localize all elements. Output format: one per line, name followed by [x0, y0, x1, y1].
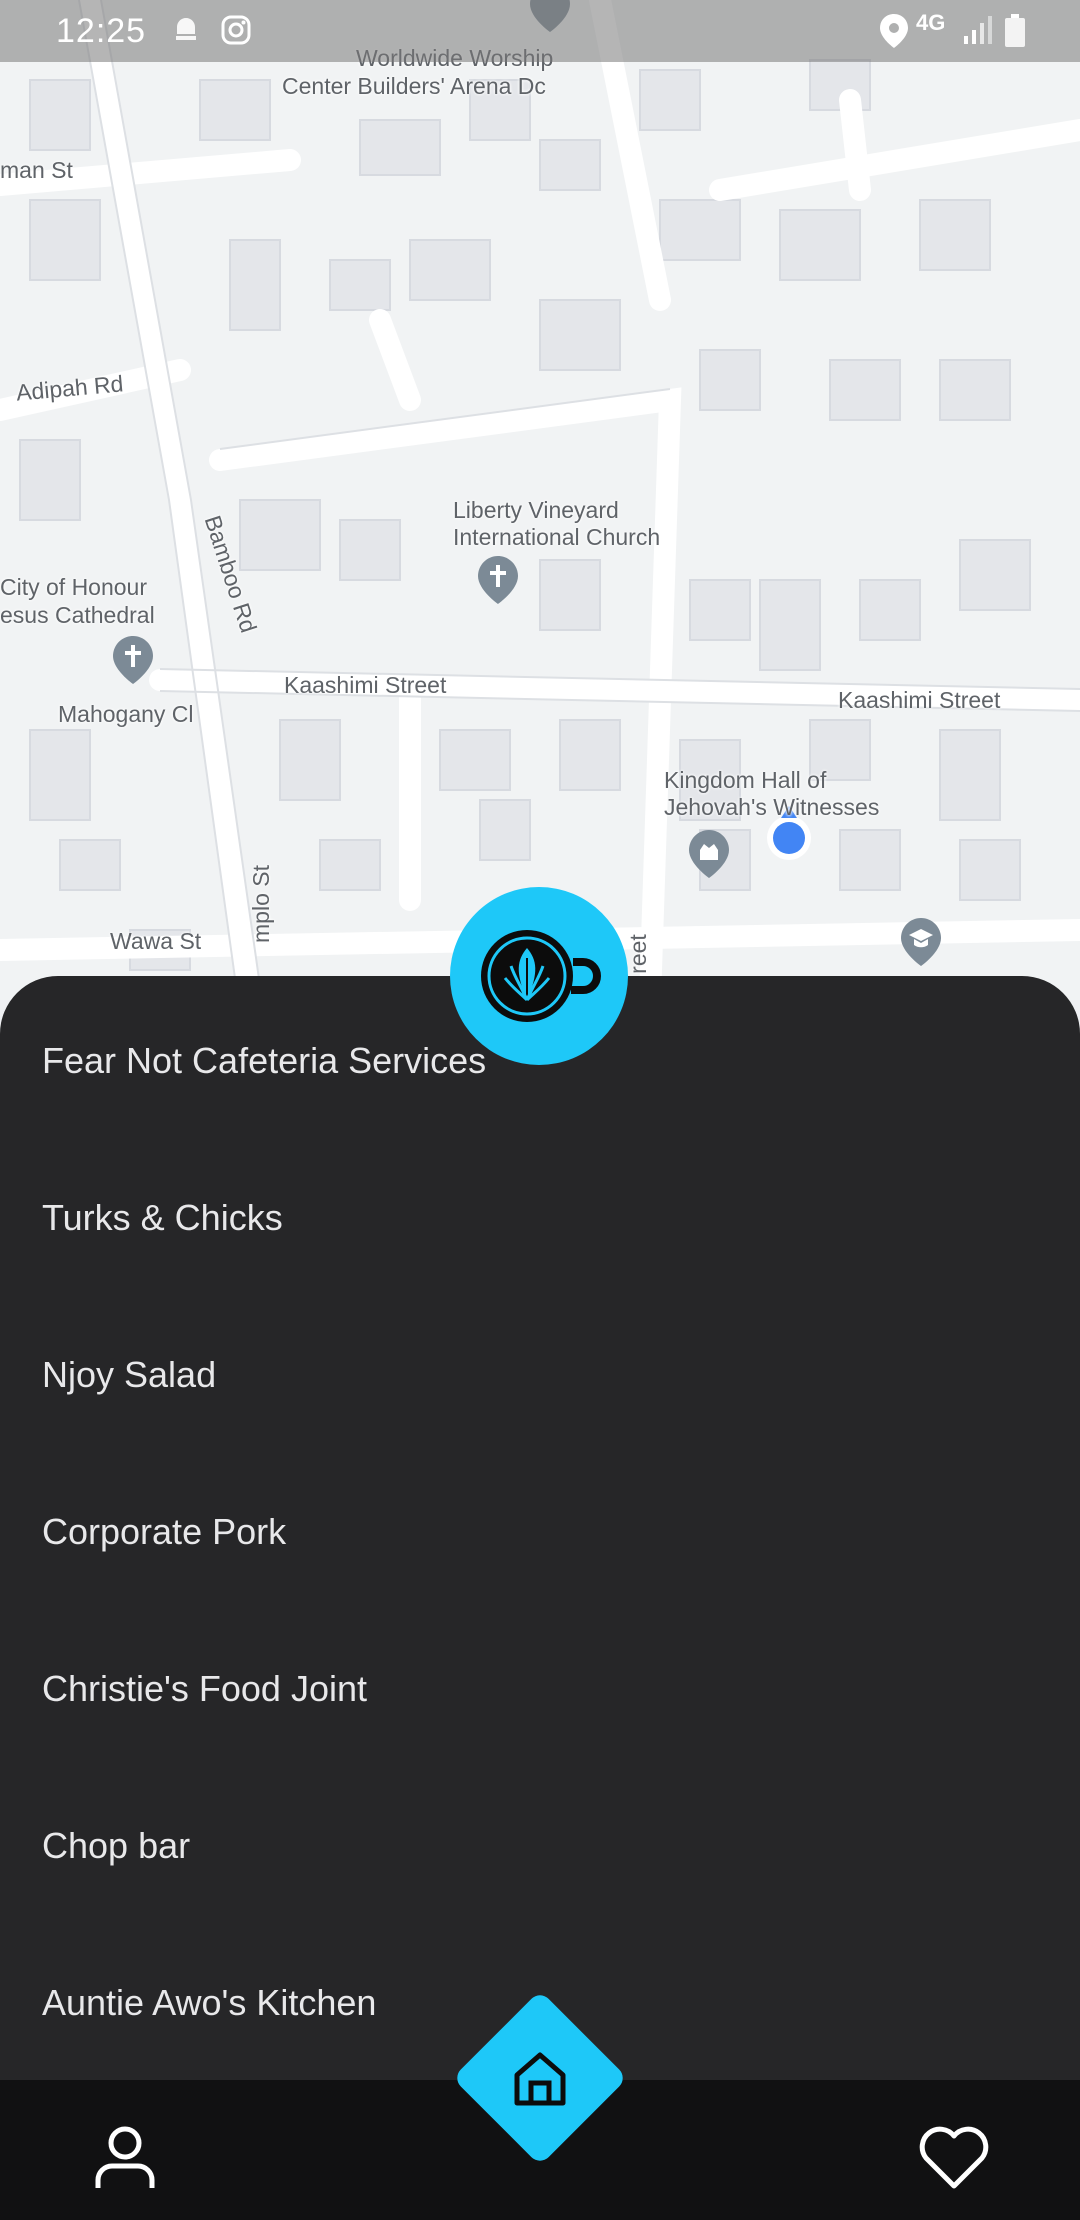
- map-place-label: International Church: [453, 524, 661, 550]
- android-icon: [176, 18, 196, 40]
- network-type-label: 4G: [916, 10, 946, 35]
- church-pin-icon[interactable]: [478, 556, 518, 604]
- map-street-label: man St: [0, 157, 73, 183]
- map-place-label: Jehovah's Witnesses: [664, 794, 880, 820]
- instagram-icon: [221, 15, 251, 45]
- battery-icon: [1005, 14, 1025, 47]
- restaurant-name: Njoy Salad: [42, 1354, 217, 1395]
- map-street-label: reet: [624, 934, 651, 974]
- screen: Worldwide Worship Center Builders' Arena…: [0, 0, 1080, 2220]
- restaurant-item[interactable]: Corporate Pork: [0, 1511, 1080, 1668]
- school-pin-icon[interactable]: [901, 918, 941, 966]
- map-street-label: Kaashimi Street: [838, 687, 1001, 713]
- map-street-label: Wawa St: [110, 928, 202, 954]
- map-place-label: esus Cathedral: [0, 602, 155, 628]
- current-location-dot: [773, 822, 805, 854]
- restaurant-name: Fear Not Cafeteria Services: [42, 1040, 487, 1081]
- restaurant-name: Turks & Chicks: [42, 1197, 283, 1238]
- app-logo[interactable]: [450, 887, 628, 1065]
- location-status-icon: [880, 14, 908, 48]
- latte-art-cup-icon: [481, 930, 601, 1022]
- restaurant-name: Corporate Pork: [42, 1511, 287, 1552]
- map-street-label: Mahogany Cl: [58, 701, 194, 727]
- restaurant-name: Chop bar: [42, 1825, 191, 1866]
- home-icon[interactable]: [511, 2049, 569, 2107]
- map-street-label: mplo St: [247, 865, 274, 943]
- restaurant-item[interactable]: Christie's Food Joint: [0, 1668, 1080, 1825]
- church-pin-icon[interactable]: [113, 636, 153, 684]
- map-view[interactable]: Worldwide Worship Center Builders' Arena…: [0, 0, 1080, 1000]
- map-place-label: Kingdom Hall of: [664, 767, 827, 793]
- signal-icon: [964, 16, 992, 44]
- restaurant-item[interactable]: Turks & Chicks: [0, 1197, 1080, 1354]
- worship-pin-icon[interactable]: [689, 830, 729, 878]
- heart-icon[interactable]: [918, 2124, 990, 2190]
- status-bar: 12:25 4G: [0, 0, 1080, 62]
- status-time: 12:25: [56, 12, 147, 50]
- restaurant-list[interactable]: Fear Not Cafeteria Services Turks & Chic…: [0, 1040, 1080, 2120]
- restaurant-item[interactable]: Chop bar: [0, 1825, 1080, 1982]
- map-place-label: Liberty Vineyard: [453, 497, 619, 523]
- restaurant-sheet[interactable]: Fear Not Cafeteria Services Turks & Chic…: [0, 976, 1080, 2120]
- restaurant-item[interactable]: Njoy Salad: [0, 1354, 1080, 1511]
- restaurant-name: Christie's Food Joint: [42, 1668, 368, 1709]
- map-place-label: City of Honour: [0, 574, 148, 600]
- restaurant-name: Auntie Awo's Kitchen: [42, 1982, 377, 2023]
- person-icon[interactable]: [92, 2124, 158, 2190]
- map-place-label: Center Builders' Arena Dc: [282, 73, 546, 99]
- map-street-label: Kaashimi Street: [284, 672, 447, 698]
